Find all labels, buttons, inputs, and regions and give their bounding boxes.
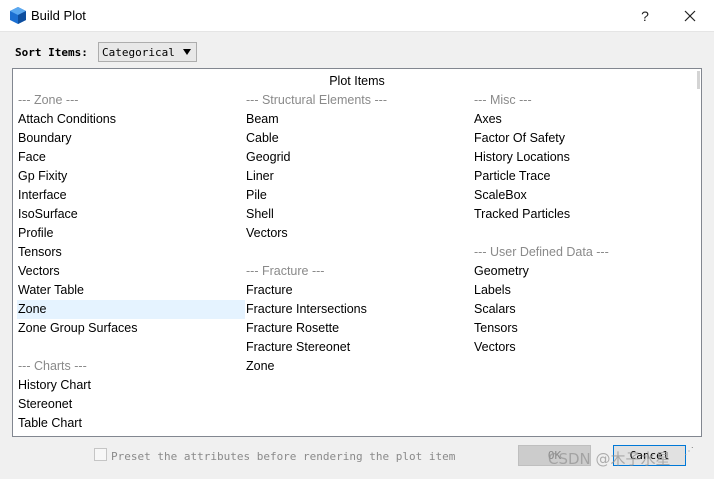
list-item[interactable]: Water Table	[17, 281, 245, 300]
list-group-header: --- Charts ---	[18, 359, 87, 373]
app-icon	[10, 7, 26, 24]
watermark: CSDN @木子水星	[548, 450, 671, 468]
sort-items-value: Categorical	[102, 46, 175, 59]
list-item[interactable]: Tracked Particles	[473, 205, 697, 224]
list-column: --- Misc --- Axes Factor Of Safety History …	[473, 91, 697, 357]
list-item[interactable]: Fracture	[245, 281, 473, 300]
list-item[interactable]: Boundary	[17, 129, 245, 148]
scrollbar-thumb[interactable]	[697, 71, 700, 89]
list-column: --- Structural Elements --- Beam Cable Geog…	[245, 91, 473, 376]
list-item[interactable]: Interface	[17, 186, 245, 205]
list-item[interactable]: Stereonet	[17, 395, 245, 414]
help-button[interactable]: ?	[632, 3, 658, 29]
list-item[interactable]: Particle Trace	[473, 167, 697, 186]
list-item[interactable]: Zone	[245, 357, 473, 376]
list-item[interactable]: Vectors	[473, 338, 697, 357]
list-item[interactable]: Beam	[245, 110, 473, 129]
list-item[interactable]: Axes	[473, 110, 697, 129]
close-icon[interactable]	[676, 3, 704, 29]
plot-items-header: Plot Items	[329, 74, 385, 88]
list-item[interactable]: Geogrid	[245, 148, 473, 167]
sort-items-select[interactable]: Categorical	[98, 42, 197, 62]
list-item[interactable]: Fracture Rosette	[245, 319, 473, 338]
title-bar: Build Plot ?	[0, 0, 714, 32]
window-title: Build Plot	[31, 8, 86, 23]
list-item[interactable]: Factor Of Safety	[473, 129, 697, 148]
list-item[interactable]: Tensors	[17, 243, 245, 262]
list-item[interactable]: Vectors	[17, 262, 245, 281]
list-item[interactable]: History Locations	[473, 148, 697, 167]
list-item[interactable]: Gp Fixity	[17, 167, 245, 186]
list-item[interactable]: Profile	[17, 224, 245, 243]
list-column: --- Zone --- Attach Conditions Boundary Fac…	[17, 91, 245, 433]
list-item[interactable]: Attach Conditions	[17, 110, 245, 129]
list-item[interactable]: Fracture Intersections	[245, 300, 473, 319]
list-item[interactable]: Table Chart	[17, 414, 245, 433]
list-item[interactable]: ScaleBox	[473, 186, 697, 205]
list-item[interactable]: Labels	[473, 281, 697, 300]
preset-attributes-label: Preset the attributes before rendering t…	[111, 450, 456, 463]
list-item[interactable]: Scalars	[473, 300, 697, 319]
list-item[interactable]: Tensors	[473, 319, 697, 338]
plot-items-list[interactable]: Plot Items --- Zone --- Attach Conditions…	[12, 68, 702, 437]
list-item[interactable]: IsoSurface	[17, 205, 245, 224]
preset-attributes-checkbox[interactable]	[94, 448, 107, 461]
list-group-header: --- Misc ---	[474, 93, 532, 107]
list-item[interactable]: Face	[17, 148, 245, 167]
list-group-header: --- Zone ---	[18, 93, 79, 107]
list-item[interactable]: Cable	[245, 129, 473, 148]
list-item[interactable]: Shell	[245, 205, 473, 224]
list-group-header: --- Fracture ---	[246, 264, 325, 278]
list-item[interactable]: Pile	[245, 186, 473, 205]
list-item[interactable]: Liner	[245, 167, 473, 186]
list-item[interactable]: Vectors	[245, 224, 473, 243]
list-item[interactable]: Fracture Stereonet	[245, 338, 473, 357]
chevron-down-icon	[183, 49, 191, 55]
sort-items-label: Sort Items:	[15, 46, 88, 59]
list-item[interactable]: Zone	[17, 300, 245, 319]
resize-grip-icon: ⋰	[684, 446, 694, 457]
list-group-header: --- User Defined Data ---	[474, 245, 609, 259]
list-group-header: --- Structural Elements ---	[246, 93, 387, 107]
list-item[interactable]: Zone Group Surfaces	[17, 319, 245, 338]
list-item[interactable]: Geometry	[473, 262, 697, 281]
list-item[interactable]: History Chart	[17, 376, 245, 395]
